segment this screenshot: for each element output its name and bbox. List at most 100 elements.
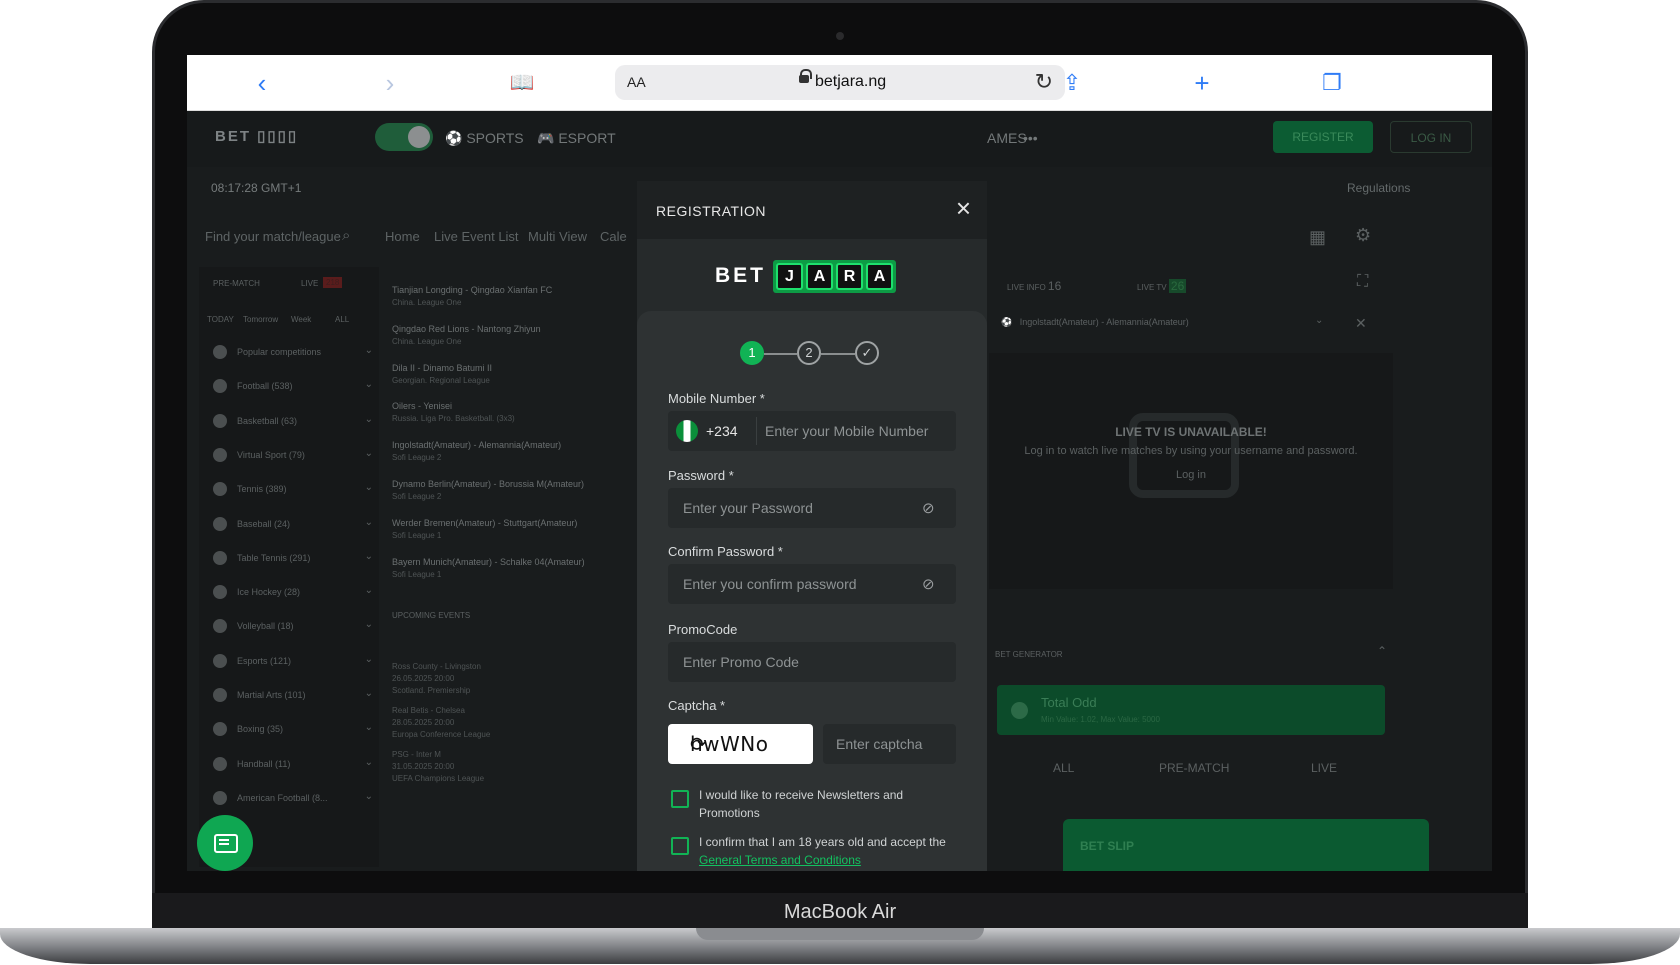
match-select[interactable]: ⚽ Ingolstadt(Amateur) - Alemannia(Amateu… — [1001, 317, 1189, 328]
tab-calendar[interactable]: Cale — [600, 229, 627, 244]
match-row[interactable]: Qingdao Red Lions - Nantong Zhiyun China.… — [392, 324, 622, 352]
chevron-down-icon[interactable]: ⌄ — [365, 654, 373, 665]
password-input[interactable]: Enter your Password ⊘ — [668, 488, 956, 528]
nigeria-flag-icon[interactable] — [676, 420, 698, 442]
sidebar-sport-item[interactable]: Football (538) ⌄ — [213, 379, 373, 395]
live-info-tab[interactable]: LIVE INFO 16 — [1007, 279, 1061, 293]
match-row[interactable]: Oilers - Yenisei Russia. Liga Pro. Basket… — [392, 401, 622, 429]
chevron-down-icon[interactable]: ⌄ — [365, 722, 373, 733]
tabs-icon[interactable]: ❐ — [1317, 69, 1347, 97]
chevron-up-icon[interactable]: ⌃ — [1377, 644, 1387, 658]
filter-tomorrow[interactable]: Tomorrow — [243, 315, 278, 324]
gen-tab-live[interactable]: LIVE — [1311, 761, 1337, 775]
country-code[interactable]: +234 — [706, 423, 738, 439]
nav-games[interactable]: AMES — [987, 130, 1027, 146]
match-row[interactable]: Werder Bremen(Amateur) - Stuttgart(Amate… — [392, 518, 622, 546]
prematch-tab[interactable]: PRE-MATCH — [213, 279, 260, 288]
theme-toggle[interactable] — [375, 123, 433, 151]
chevron-down-icon[interactable]: ⌄ — [365, 585, 373, 596]
terms-checkbox[interactable] — [671, 837, 689, 855]
bet-slip-bar[interactable]: BET SLIP — [1063, 819, 1429, 871]
sidebar-sport-item[interactable]: Virtual Sport (79) ⌄ — [213, 447, 373, 464]
match-row[interactable]: Tianjian Longding - Qingdao Xianfan FC Ch… — [392, 285, 622, 313]
sidebar-sport-item[interactable]: American Football (8... ⌄ — [213, 790, 373, 807]
tab-multi-view[interactable]: Multi View — [528, 229, 587, 244]
chevron-down-icon[interactable]: ⌄ — [365, 345, 373, 356]
match-row[interactable]: Dila II - Dinamo Batumi II Georgian. Regi… — [392, 363, 622, 391]
calculator-icon[interactable]: ▦ — [1309, 227, 1326, 248]
sidebar-sport-item[interactable]: Baseball (24) ⌄ — [213, 516, 373, 533]
chevron-down-icon[interactable]: ⌄ — [365, 619, 373, 630]
gear-icon[interactable]: ⚙ — [1355, 225, 1371, 246]
live-tv-tab[interactable]: LIVE TV 26 — [1137, 279, 1187, 293]
mobile-input[interactable]: +234 Enter your Mobile Number — [668, 411, 956, 451]
new-tab-icon[interactable]: + — [1187, 69, 1217, 97]
refresh-icon[interactable]: ⟳ — [690, 732, 803, 756]
captcha-placeholder: Enter captcha — [836, 736, 923, 752]
text-size-button[interactable]: AA — [627, 74, 646, 90]
chevron-down-icon[interactable]: ⌄ — [365, 791, 373, 802]
register-button[interactable]: REGISTER — [1273, 121, 1373, 153]
sidebar-sport-item[interactable]: Tennis (389) ⌄ — [213, 482, 373, 498]
nav-sports[interactable]: ⚽ SPORTS — [445, 130, 524, 147]
sidebar-sport-item[interactable]: Popular competitions ⌄ — [213, 345, 373, 361]
sidebar-sport-item[interactable]: Martial Arts (101) ⌄ — [213, 688, 373, 704]
chevron-down-icon[interactable]: ⌄ — [365, 448, 373, 459]
gen-tab-all[interactable]: ALL — [1053, 761, 1074, 775]
match-row[interactable]: Ingolstadt(Amateur) - Alemannia(Amateur)… — [392, 440, 622, 468]
bookmarks-icon[interactable]: 📖 — [507, 69, 537, 97]
live-tab[interactable]: LIVE — [301, 279, 318, 288]
upcoming-match-row[interactable]: PSG - Inter M 31.05.2025 20:00 UEFA Champi… — [392, 747, 622, 785]
share-icon[interactable]: ⇪ — [1057, 69, 1087, 97]
promocode-input[interactable]: Enter Promo Code — [668, 642, 956, 682]
sidebar-sport-item[interactable]: Volleyball (18) ⌄ — [213, 619, 373, 635]
regulations-link[interactable]: Regulations — [1347, 181, 1410, 195]
sidebar-sport-item[interactable]: Basketball (63) ⌄ — [213, 413, 373, 430]
address-bar[interactable]: AA betjara.ng ↻ — [615, 65, 1065, 100]
back-icon[interactable]: ‹ — [247, 69, 277, 97]
match-row[interactable]: Bayern Munich(Amateur) - Schalke 04(Amat… — [392, 557, 622, 585]
eye-slash-icon[interactable]: ⊘ — [922, 499, 942, 517]
eye-slash-icon[interactable]: ⊘ — [922, 575, 942, 593]
filter-week[interactable]: Week — [291, 315, 311, 324]
chevron-down-icon[interactable]: ⌄ — [1315, 315, 1323, 326]
chevron-down-icon[interactable]: ⌄ — [365, 517, 373, 528]
chevron-down-icon[interactable]: ⌄ — [365, 757, 373, 768]
nav-esport[interactable]: 🎮 ESPORT — [537, 130, 616, 147]
sidebar-sport-item[interactable]: Esports (121) ⌄ — [213, 653, 373, 670]
filter-today[interactable]: TODAY — [207, 315, 234, 324]
upcoming-match-row[interactable]: Real Betis - Chelsea 28.05.2025 20:00 Euro… — [392, 703, 622, 741]
captcha-input[interactable]: Enter captcha — [823, 724, 956, 764]
newsletter-checkbox[interactable] — [671, 790, 689, 808]
tab-live-event-list[interactable]: Live Event List — [434, 229, 519, 244]
chevron-down-icon[interactable]: ⌄ — [365, 414, 373, 425]
login-button[interactable]: LOG IN — [1390, 121, 1472, 153]
gen-tab-prematch[interactable]: PRE-MATCH — [1159, 761, 1229, 775]
search-icon[interactable]: ⌕ — [342, 227, 350, 244]
close-icon[interactable]: × — [956, 195, 971, 221]
chevron-down-icon[interactable]: ⌄ — [365, 688, 373, 699]
chevron-down-icon[interactable]: ⌄ — [365, 379, 373, 390]
sidebar-sport-item[interactable]: Table Tennis (291) ⌄ — [213, 550, 373, 567]
sidebar-sport-item[interactable]: Boxing (35) ⌄ — [213, 722, 373, 738]
sidebar-sport-item[interactable]: Handball (11) ⌄ — [213, 756, 373, 773]
nav-more[interactable]: ••• — [1023, 130, 1038, 146]
confirm-password-input[interactable]: Enter you confirm password ⊘ — [668, 564, 956, 604]
forward-icon[interactable]: › — [375, 69, 405, 97]
chevron-down-icon[interactable]: ⌄ — [365, 482, 373, 493]
search-input[interactable]: Find your match/league — [205, 229, 341, 244]
upcoming-match-row[interactable]: Ross County - Livingston 26.05.2025 20:00… — [392, 659, 622, 697]
chevron-down-icon[interactable]: ⌄ — [365, 551, 373, 562]
terms-link[interactable]: General Terms and Conditions — [699, 853, 861, 867]
sidebar-sport-item[interactable]: Ice Hockey (28) ⌄ — [213, 585, 373, 601]
tab-home[interactable]: Home — [385, 229, 420, 244]
fullscreen-icon[interactable]: ⛶ — [1357, 273, 1368, 291]
pin-icon[interactable]: ✕ — [1355, 315, 1367, 332]
tv-login-link[interactable]: Log in — [989, 469, 1393, 481]
total-odd-card[interactable]: Total Odd Min Value: 1.02, Max Value: 50… — [997, 685, 1385, 735]
reload-icon[interactable]: ↻ — [1035, 69, 1053, 95]
site-logo[interactable]: BET ▯▯▯▯ — [215, 127, 298, 145]
chat-icon[interactable] — [197, 815, 253, 871]
filter-all[interactable]: ALL — [335, 315, 349, 324]
match-row[interactable]: Dynamo Berlin(Amateur) - Borussia M(Amat… — [392, 479, 622, 507]
